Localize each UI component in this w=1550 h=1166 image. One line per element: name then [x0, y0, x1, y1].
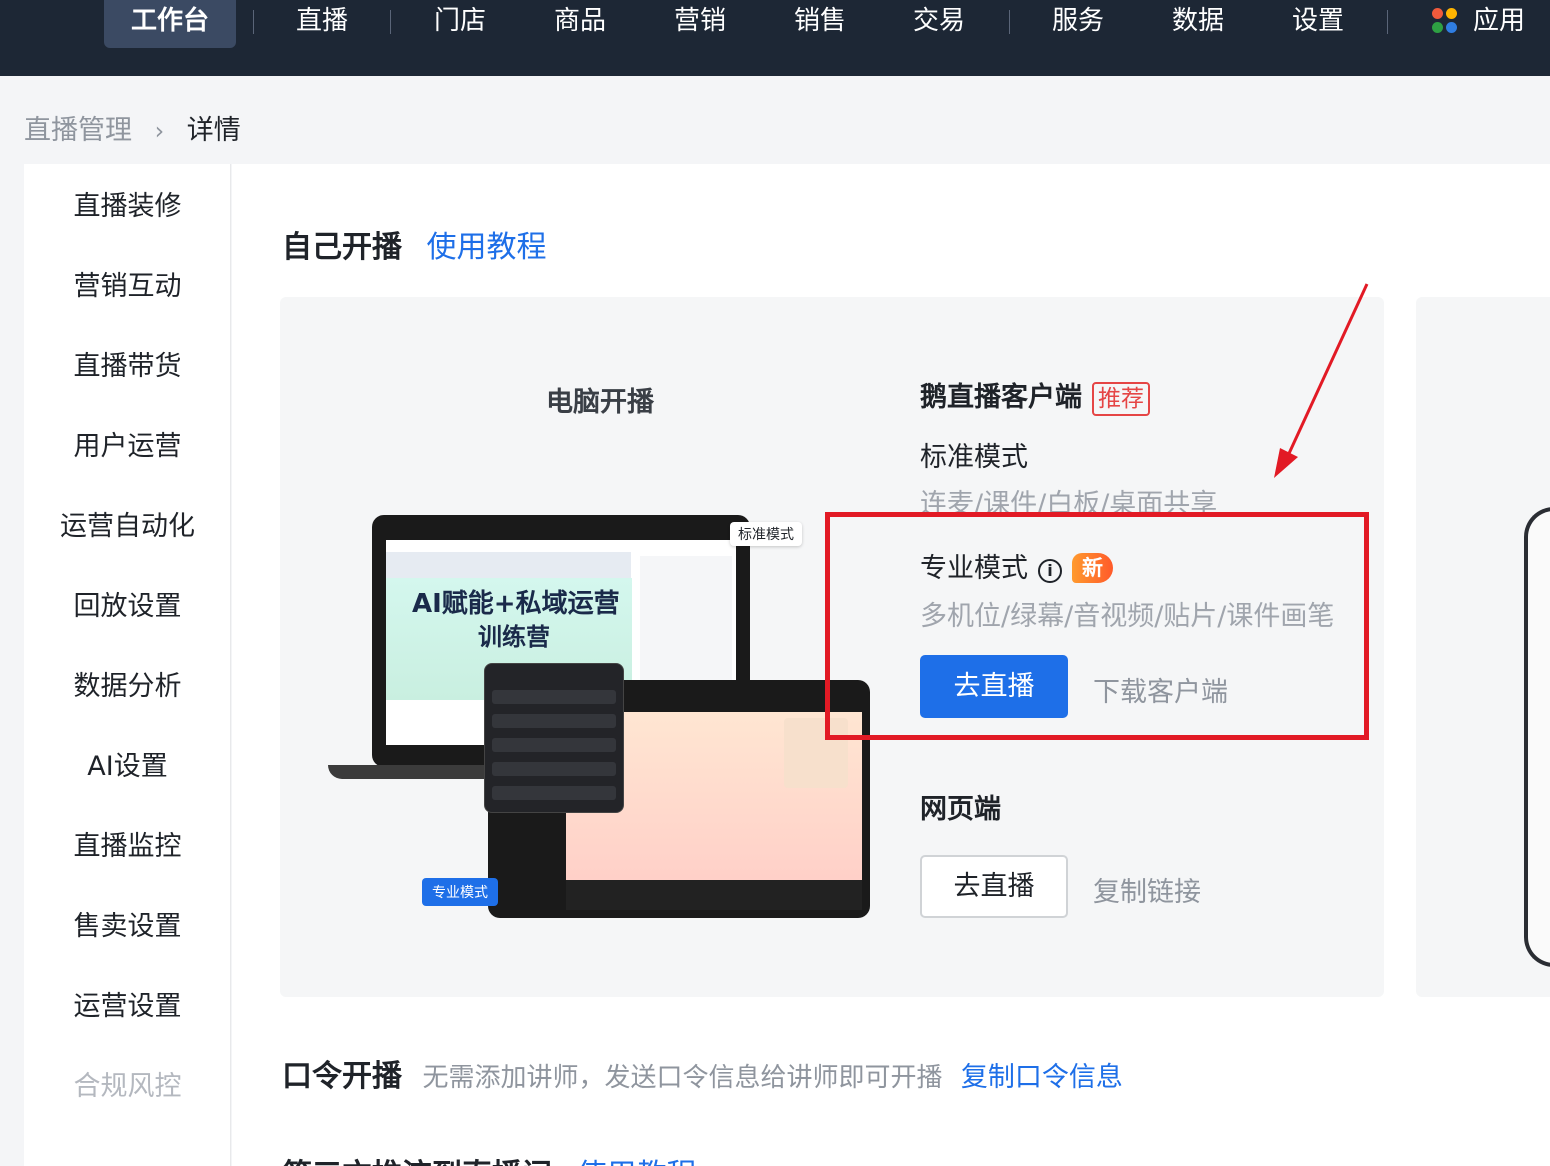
section-third-party-push: 第三方推流到直播间 使用教程	[282, 1150, 696, 1166]
panel-row	[492, 738, 616, 752]
sidebar-item-compliance[interactable]: 合规风控	[24, 1064, 231, 1103]
sidebar: 直播装修 营销互动 直播带货 用户运营 运营自动化 回放设置 数据分析 AI设置…	[24, 164, 231, 1166]
panel-row	[492, 714, 616, 728]
nav-divider	[1009, 10, 1010, 34]
sidebar-item-decoration[interactable]: 直播装修	[24, 184, 231, 223]
top-nav: 工作台 直播 门店 商品 营销 销售 交易 服务 数据 设置 应用	[0, 0, 1550, 76]
copy-link-button[interactable]: 复制链接	[1093, 870, 1201, 909]
nav-data[interactable]: 数据	[1156, 0, 1240, 48]
recommended-badge: 推荐	[1092, 382, 1150, 416]
nav-settings[interactable]: 设置	[1276, 0, 1360, 48]
nav-services[interactable]: 服务	[1036, 0, 1120, 48]
annotation-arrow-icon	[1274, 283, 1369, 478]
sidebar-item-marketing-interaction[interactable]: 营销互动	[24, 264, 231, 303]
tutorial-link[interactable]: 使用教程	[426, 230, 546, 265]
sidebar-item-ops-settings[interactable]: 运营设置	[24, 984, 231, 1023]
nav-transactions[interactable]: 交易	[897, 0, 981, 48]
standard-mode-label: 标准模式	[920, 442, 1028, 473]
standard-mode-desc: 连麦/课件/白板/桌面共享	[920, 489, 1218, 512]
mobile-broadcast-card	[1416, 297, 1550, 997]
section-third-party-title: 第三方推流到直播间	[282, 1158, 552, 1166]
nav-products[interactable]: 商品	[538, 0, 622, 48]
nav-divider	[1387, 10, 1388, 34]
client-title-label: 鹅直播客户端	[920, 382, 1082, 413]
nav-sales[interactable]: 销售	[778, 0, 862, 48]
breadcrumb-parent[interactable]: 直播管理	[24, 115, 132, 146]
sidebar-item-ops-automation[interactable]: 运营自动化	[24, 504, 231, 543]
third-party-tutorial-link[interactable]: 使用教程	[576, 1158, 696, 1166]
client-title: 鹅直播客户端 推荐	[920, 375, 1150, 416]
camera-strip	[386, 552, 631, 578]
nav-divider	[253, 10, 254, 34]
panel-row	[492, 762, 616, 776]
breadcrumb: 直播管理 › 详情	[24, 108, 241, 147]
promo-line2: 训练营	[478, 623, 550, 651]
nav-apps[interactable]: 应用	[1466, 0, 1532, 48]
sidebar-item-ai-settings[interactable]: AI设置	[24, 744, 231, 783]
sidebar-item-live-monitor[interactable]: 直播监控	[24, 824, 231, 863]
panel-row	[492, 690, 616, 704]
highlight-box	[825, 512, 1369, 740]
breadcrumb-current: 详情	[186, 115, 241, 146]
nav-workbench[interactable]: 工作台	[104, 0, 236, 48]
promo-line1: AI赋能+私域运营	[412, 589, 620, 619]
copy-command-link[interactable]: 复制口令信息	[961, 1062, 1123, 1093]
web-title: 网页端	[920, 794, 1001, 825]
sidebar-item-sales-settings[interactable]: 售卖设置	[24, 904, 231, 943]
pc-broadcast-title: 电脑开播	[546, 387, 654, 418]
standard-mode-tag: 标准模式	[730, 522, 802, 546]
nav-live[interactable]: 直播	[280, 0, 364, 48]
tablet-control-bar	[566, 880, 862, 910]
sidebar-item-live-commerce[interactable]: 直播带货	[24, 344, 231, 383]
sidebar-item-replay-settings[interactable]: 回放设置	[24, 584, 231, 623]
section-command-desc: 无需添加讲师，发送口令信息给讲师即可开播	[422, 1063, 943, 1093]
section-command-title: 口令开播	[282, 1059, 402, 1094]
chevron-right-icon: ›	[154, 117, 165, 145]
apps-grid-icon[interactable]	[1432, 8, 1458, 34]
section-command-broadcast: 口令开播 无需添加讲师，发送口令信息给讲师即可开播 复制口令信息	[282, 1051, 1123, 1095]
section-self-broadcast-label: 自己开播	[282, 230, 402, 265]
web-go-live-button[interactable]: 去直播	[920, 855, 1068, 918]
sidebar-item-data-analysis[interactable]: 数据分析	[24, 664, 231, 703]
section-self-broadcast-title: 自己开播 使用教程	[282, 222, 546, 266]
nav-divider	[390, 10, 391, 34]
panel-row	[492, 786, 616, 800]
sidebar-item-user-ops[interactable]: 用户运营	[24, 424, 231, 463]
pro-mode-tag: 专业模式	[422, 878, 498, 906]
phone-illustration	[1524, 507, 1550, 967]
nav-store[interactable]: 门店	[418, 0, 502, 48]
nav-marketing[interactable]: 营销	[658, 0, 742, 48]
